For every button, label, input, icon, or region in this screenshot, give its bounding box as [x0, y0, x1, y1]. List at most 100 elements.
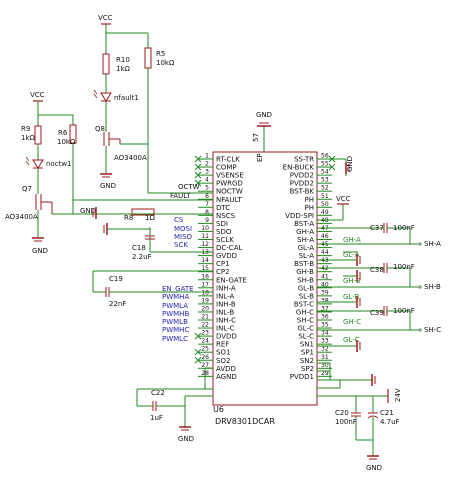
pin-name: NSCS [216, 212, 236, 220]
resistor-r10: R10 1kΩ [102, 53, 131, 75]
capacitor-c21-ref: C21 [380, 409, 394, 417]
net-labels-left: CS MOSI MISO SCK EN_GATE PWMHA PWMLA PWM… [162, 216, 194, 343]
pin-left-1: 1 RT-CLK [194, 153, 240, 164]
resistor-r9-ref: R9 [21, 125, 30, 133]
ic-u6-left-pins: 1 RT-CLK2 COMP3 VSENSE4 PWRGD5 NOCTW6 NFAULT7 D… [194, 153, 247, 381]
led-nfault1-ref: nfault1 [114, 94, 139, 102]
pin-number: 55 [321, 161, 329, 168]
pin-name: DVDD [216, 333, 237, 341]
pin-name: BST-A [294, 220, 314, 228]
pin-number: 13 [201, 249, 209, 256]
pin-name: INL-C [216, 325, 235, 333]
pin-name: REF [216, 341, 229, 349]
pin-name: INH-B [216, 300, 236, 308]
pin-number: 33 [321, 338, 329, 345]
pin-number: 11 [201, 233, 209, 240]
pin-name: NOCTW [216, 188, 243, 196]
pin-name: SO1 [216, 349, 230, 357]
pin-name: GH-B [296, 268, 314, 276]
pin-name: CP2 [216, 268, 230, 276]
pin-name: CP1 [216, 260, 230, 268]
resistor-r10-ref: R10 [116, 56, 130, 64]
pin-name: INH-C [216, 317, 236, 325]
vcc-left: VCC [30, 91, 45, 115]
net-pwmla: PWMLA [162, 302, 188, 310]
pin-number: 14 [201, 257, 209, 264]
pin-number: 7 [205, 201, 209, 208]
resistor-r5: R5 10kΩ [144, 47, 175, 69]
pin-name: NFAULT [216, 196, 242, 204]
capacitor-c22: C22 1uF [136, 388, 213, 422]
net-sh-a: SH-A [424, 240, 441, 248]
pin-name: BST-B [294, 260, 314, 268]
pin-number: 12 [201, 241, 209, 248]
pin-name: GH-A [296, 228, 314, 236]
gnd-bottom-label: GND [366, 464, 382, 472]
pin-number: 22 [201, 322, 209, 329]
phase-a: C37 100nF SH-A GH-A GL-A [317, 223, 441, 259]
pin-name: BST-C [294, 300, 314, 308]
pin-number: 32 [321, 346, 329, 353]
net-sh-b: SH-B [424, 283, 441, 291]
pin-name: DTC [216, 204, 230, 212]
pin-number: 35 [321, 322, 329, 329]
resistor-r5-ref: R5 [156, 50, 165, 58]
net-pwmlb: PWMLB [162, 318, 188, 326]
gnd-q7-label: GND [32, 247, 48, 255]
capacitor-c38-value: 100nF [393, 263, 415, 271]
resistor-r8: R8 1Ω [124, 208, 155, 222]
net-cs: CS [174, 216, 184, 224]
pin-number: 3 [205, 169, 209, 176]
pin-number: 54 [321, 169, 329, 176]
net-pwmhb: PWMHB [162, 310, 189, 318]
pin-number: 49 [321, 209, 329, 216]
pin-number: 44 [321, 249, 329, 256]
net-octw-label: OCTW [178, 183, 200, 191]
capacitor-c19-ref: C19 [109, 275, 123, 283]
pin-name: SDO [216, 228, 232, 236]
vcc-top-label: VCC [98, 14, 113, 22]
pin-number: 25 [201, 346, 209, 353]
pin-number: 5 [205, 185, 209, 192]
pin-number: 16 [201, 273, 209, 280]
pin-number: 56 [321, 153, 329, 160]
pin-number: 10 [201, 225, 209, 232]
pin-name: PWRGD [216, 180, 243, 188]
phase-c: C39 100nF SH-C GH-C GL-C [317, 306, 441, 344]
ic-u6-ref: U6 [213, 405, 224, 414]
pin-name: RT-CLK [216, 156, 240, 164]
pin-number: 2 [205, 161, 209, 168]
capacitor-c38-ref: C38 [370, 266, 384, 274]
capacitor-c18: C18 2.2uF [132, 235, 155, 261]
pin-number: 50 [321, 201, 329, 208]
gnd-mid-label: GND [80, 207, 96, 215]
pin-number: 46 [321, 233, 329, 240]
pin-name: EN-GATE [216, 276, 247, 284]
pin-name: SCLK [216, 236, 234, 244]
mosfet-q8-value: AO3400A [114, 154, 147, 162]
pin-name: SL-B [299, 292, 314, 300]
capacitor-c37-ref: C37 [370, 224, 384, 232]
net-sck: SCK [174, 241, 188, 249]
mosfet-q7-ref: Q7 [22, 185, 32, 193]
pin-number: 36 [321, 314, 329, 321]
gnd-c18 [103, 223, 150, 235]
pin-name: GL-C [297, 325, 314, 333]
pin-name: VDD-SPI [285, 212, 314, 220]
pin-name: GL-B [298, 284, 314, 292]
gnd-q8: GND [100, 173, 116, 190]
capacitor-c20-value: 100nF [335, 418, 357, 426]
gnd-q7: GND [32, 237, 48, 255]
pin-number: 23 [201, 330, 209, 337]
pin-number: 38 [321, 297, 329, 304]
pin-name: INL-A [216, 292, 234, 300]
pin-name: INH-A [216, 284, 236, 292]
pin-number: 20 [201, 305, 209, 312]
mosfet-q7-value: AO3400A [5, 213, 38, 221]
pin-number: 6 [205, 193, 209, 200]
pin-number: 1 [205, 153, 209, 160]
ic-u6-right-pins: 56 SS-TR 55 EN-BUCK 54 PVDD2 53 PVDD2 52 BST-BK 51… [283, 153, 336, 381]
led-nfault1: nfault1 [93, 89, 139, 102]
net-gh-c: GH-C [343, 318, 361, 326]
gnd-c22-label: GND [178, 435, 194, 443]
